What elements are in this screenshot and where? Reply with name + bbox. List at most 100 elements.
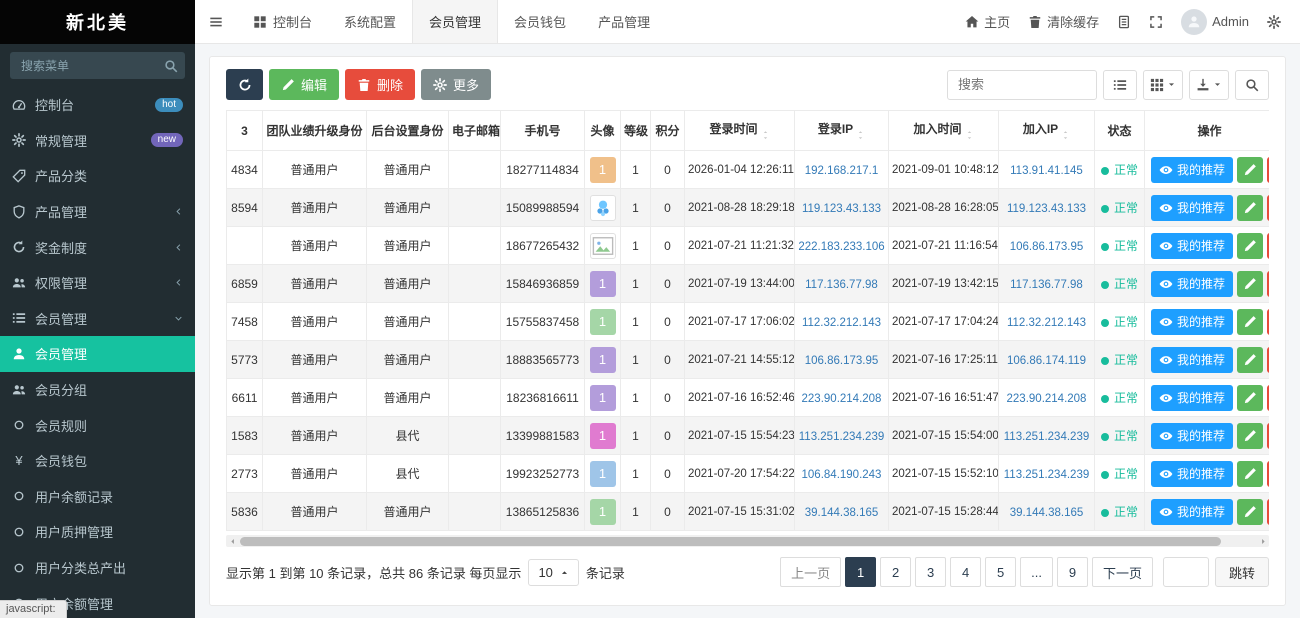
sort-icon[interactable] [856,129,865,141]
col-header-9[interactable]: 登录IP [795,111,889,151]
edit-row-button[interactable] [1237,157,1263,183]
nav-tab-1[interactable]: 系统配置 [328,0,412,43]
sidebar-item-7[interactable]: 会员管理 [0,336,195,372]
sort-icon[interactable] [965,129,974,141]
sidebar-item-1[interactable]: 常规管理new [0,123,195,159]
home-link[interactable]: 主页 [956,0,1019,44]
page-ellipsis[interactable]: ... [1020,557,1053,587]
sidebar-item-3[interactable]: 产品管理 [0,194,195,230]
my-referrals-button[interactable]: 我的推荐 [1151,157,1233,183]
refresh-button[interactable] [226,69,263,100]
edit-row-button[interactable] [1237,347,1263,373]
delete-row-button[interactable] [1267,195,1269,221]
page-button-4[interactable]: 4 [950,557,981,587]
sidebar-item-12[interactable]: 用户质押管理 [0,514,195,550]
delete-row-button[interactable] [1267,499,1269,525]
table-row-1[interactable]: 8594普通用户普通用户15089988594102021-08-28 18:2… [227,189,1270,227]
join-ip-link[interactable]: 106.86.174.119 [1007,355,1086,367]
edit-row-button[interactable] [1237,423,1263,449]
nav-tab-4[interactable]: 产品管理 [582,0,666,43]
my-referrals-button[interactable]: 我的推荐 [1151,461,1233,487]
page-button-1[interactable]: 1 [845,557,876,587]
page-button-5[interactable]: 5 [985,557,1016,587]
my-referrals-button[interactable]: 我的推荐 [1151,195,1233,221]
login-ip-link[interactable]: 112.32.212.143 [802,317,881,329]
table-row-9[interactable]: 5836普通用户普通用户138651258361102021-07-15 15:… [227,493,1270,531]
edit-button[interactable]: 编辑 [269,69,339,100]
delete-button[interactable]: 删除 [345,69,415,100]
search-button[interactable] [1235,70,1269,100]
delete-row-button[interactable] [1267,385,1269,411]
settings-button[interactable] [1258,0,1290,44]
scrollbar-thumb[interactable] [240,537,1221,546]
my-referrals-button[interactable]: 我的推荐 [1151,499,1233,525]
edit-row-button[interactable] [1237,271,1263,297]
nav-tab-0[interactable]: 控制台 [237,0,328,43]
edit-row-button[interactable] [1237,233,1263,259]
clear-cache-link[interactable]: 清除缓存 [1019,0,1108,44]
edit-row-button[interactable] [1237,195,1263,221]
sidebar-item-10[interactable]: ¥会员钱包 [0,443,195,479]
document-button[interactable] [1108,0,1140,44]
col-header-10[interactable]: 加入时间 [889,111,999,151]
delete-row-button[interactable] [1267,461,1269,487]
join-ip-link[interactable]: 39.144.38.165 [1010,507,1084,519]
delete-row-button[interactable] [1267,423,1269,449]
sidebar-item-6[interactable]: 会员管理 [0,301,195,337]
my-referrals-button[interactable]: 我的推荐 [1151,347,1233,373]
my-referrals-button[interactable]: 我的推荐 [1151,309,1233,335]
columns-button[interactable] [1143,70,1183,100]
sidebar-search-input[interactable] [10,52,185,79]
sort-icon[interactable] [1061,129,1070,141]
page-size-select[interactable]: 10 [528,559,578,586]
scroll-right-arrow[interactable] [1257,535,1269,547]
table-row-3[interactable]: 6859普通用户普通用户158469368591102021-07-19 13:… [227,265,1270,303]
page-button-3[interactable]: 3 [915,557,946,587]
table-search-input[interactable] [947,70,1097,100]
page-button-2[interactable]: 2 [880,557,911,587]
join-ip-link[interactable]: 117.136.77.98 [1010,279,1083,291]
col-header-8[interactable]: 登录时间 [685,111,795,151]
table-row-2[interactable]: 普通用户普通用户18677265432102021-07-21 11:21:32… [227,227,1270,265]
table-row-4[interactable]: 7458普通用户普通用户157558374581102021-07-17 17:… [227,303,1270,341]
page-button-9[interactable]: 9 [1057,557,1088,587]
table-row-8[interactable]: 2773普通用户县代199232527731102021-07-20 17:54… [227,455,1270,493]
horizontal-scrollbar[interactable] [226,535,1269,547]
join-ip-link[interactable]: 112.32.212.143 [1007,317,1086,329]
sidebar-item-11[interactable]: 用户余额记录 [0,479,195,515]
join-ip-link[interactable]: 106.86.173.95 [1010,241,1084,253]
table-row-6[interactable]: 6611普通用户普通用户182368166111102021-07-16 16:… [227,379,1270,417]
join-ip-link[interactable]: 113.91.41.145 [1010,165,1083,177]
login-ip-link[interactable]: 222.183.233.106 [798,241,884,253]
login-ip-link[interactable]: 106.86.173.95 [805,355,879,367]
edit-row-button[interactable] [1237,499,1263,525]
delete-row-button[interactable] [1267,347,1269,373]
export-button[interactable] [1189,70,1229,100]
join-ip-link[interactable]: 223.90.214.208 [1007,393,1087,405]
jump-button[interactable]: 跳转 [1215,557,1269,587]
next-page-button[interactable]: 下一页 [1092,557,1153,587]
delete-row-button[interactable] [1267,157,1269,183]
delete-row-button[interactable] [1267,271,1269,297]
my-referrals-button[interactable]: 我的推荐 [1151,423,1233,449]
delete-row-button[interactable] [1267,233,1269,259]
scroll-left-arrow[interactable] [226,535,238,547]
col-header-11[interactable]: 加入IP [999,111,1095,151]
login-ip-link[interactable]: 39.144.38.165 [805,507,879,519]
login-ip-link[interactable]: 192.168.217.1 [805,165,879,177]
user-menu[interactable]: Admin [1172,0,1258,44]
my-referrals-button[interactable]: 我的推荐 [1151,233,1233,259]
edit-row-button[interactable] [1237,309,1263,335]
toggle-view-button[interactable] [1103,70,1137,100]
login-ip-link[interactable]: 117.136.77.98 [805,279,878,291]
sidebar-item-0[interactable]: 控制台hot [0,87,195,123]
table-row-7[interactable]: 1583普通用户县代133998815831102021-07-15 15:54… [227,417,1270,455]
table-row-5[interactable]: 5773普通用户普通用户188835657731102021-07-21 14:… [227,341,1270,379]
sidebar-item-4[interactable]: 奖金制度 [0,229,195,265]
sidebar-item-9[interactable]: 会员规则 [0,407,195,443]
login-ip-link[interactable]: 113.251.234.239 [799,431,884,443]
fullscreen-button[interactable] [1140,0,1172,44]
join-ip-link[interactable]: 113.251.234.239 [1004,469,1089,481]
edit-row-button[interactable] [1237,461,1263,487]
table-row-0[interactable]: 4834普通用户普通用户182771148341102026-01-04 12:… [227,151,1270,189]
